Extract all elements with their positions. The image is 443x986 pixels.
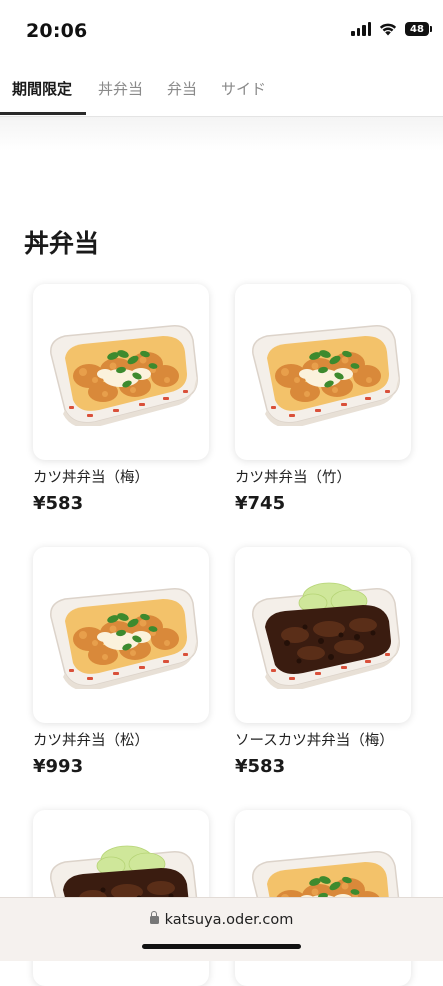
tab-side[interactable]: サイド bbox=[221, 78, 266, 99]
tab-bento[interactable]: 弁当 bbox=[167, 78, 197, 99]
signal-icon bbox=[351, 22, 371, 36]
product-name: カツ丼弁当（梅） bbox=[33, 470, 149, 486]
url-display[interactable]: katsuya.oder.com bbox=[0, 911, 443, 928]
katsudon-bento-image[interactable] bbox=[235, 284, 411, 460]
katsudon-bento-image[interactable] bbox=[33, 547, 209, 723]
product-name: カツ丼弁当（松） bbox=[33, 733, 149, 749]
status-bar: 20:06 48 bbox=[0, 0, 443, 62]
tab-limited[interactable]: 期間限定 bbox=[12, 78, 72, 99]
battery-level: 48 bbox=[410, 23, 424, 35]
product-price: ¥583 bbox=[235, 756, 286, 777]
battery-icon: 48 bbox=[405, 22, 432, 36]
sauce-katsudon-bento-image[interactable] bbox=[235, 547, 411, 723]
browser-url-bar[interactable]: katsuya.oder.com bbox=[0, 897, 443, 961]
product-name: カツ丼弁当（竹） bbox=[235, 470, 351, 486]
product-card[interactable]: カツ丼弁当（竹） ¥745 bbox=[235, 284, 411, 514]
active-tab-indicator bbox=[0, 112, 86, 115]
section-title: 丼弁当 bbox=[24, 229, 100, 258]
url-text: katsuya.oder.com bbox=[164, 912, 294, 928]
category-tab-bar: 期間限定 丼弁当 弁当 サイド bbox=[0, 62, 443, 117]
product-card[interactable]: カツ丼弁当（松） ¥993 bbox=[33, 547, 209, 777]
tab-bar-shadow bbox=[0, 117, 443, 151]
product-price: ¥583 bbox=[33, 493, 84, 514]
product-price: ¥745 bbox=[235, 493, 286, 514]
tab-donburi-bento[interactable]: 丼弁当 bbox=[98, 78, 143, 99]
home-indicator[interactable] bbox=[142, 944, 301, 949]
product-card[interactable]: カツ丼弁当（梅） ¥583 bbox=[33, 284, 209, 514]
status-icons: 48 bbox=[351, 22, 432, 36]
status-time: 20:06 bbox=[26, 20, 88, 42]
product-card[interactable]: ソースカツ丼弁当（梅） ¥583 bbox=[235, 547, 411, 777]
katsudon-bento-image[interactable] bbox=[33, 284, 209, 460]
product-name: ソースカツ丼弁当（梅） bbox=[235, 733, 394, 749]
lock-icon bbox=[149, 911, 159, 924]
wifi-icon bbox=[379, 22, 397, 36]
product-price: ¥993 bbox=[33, 756, 84, 777]
